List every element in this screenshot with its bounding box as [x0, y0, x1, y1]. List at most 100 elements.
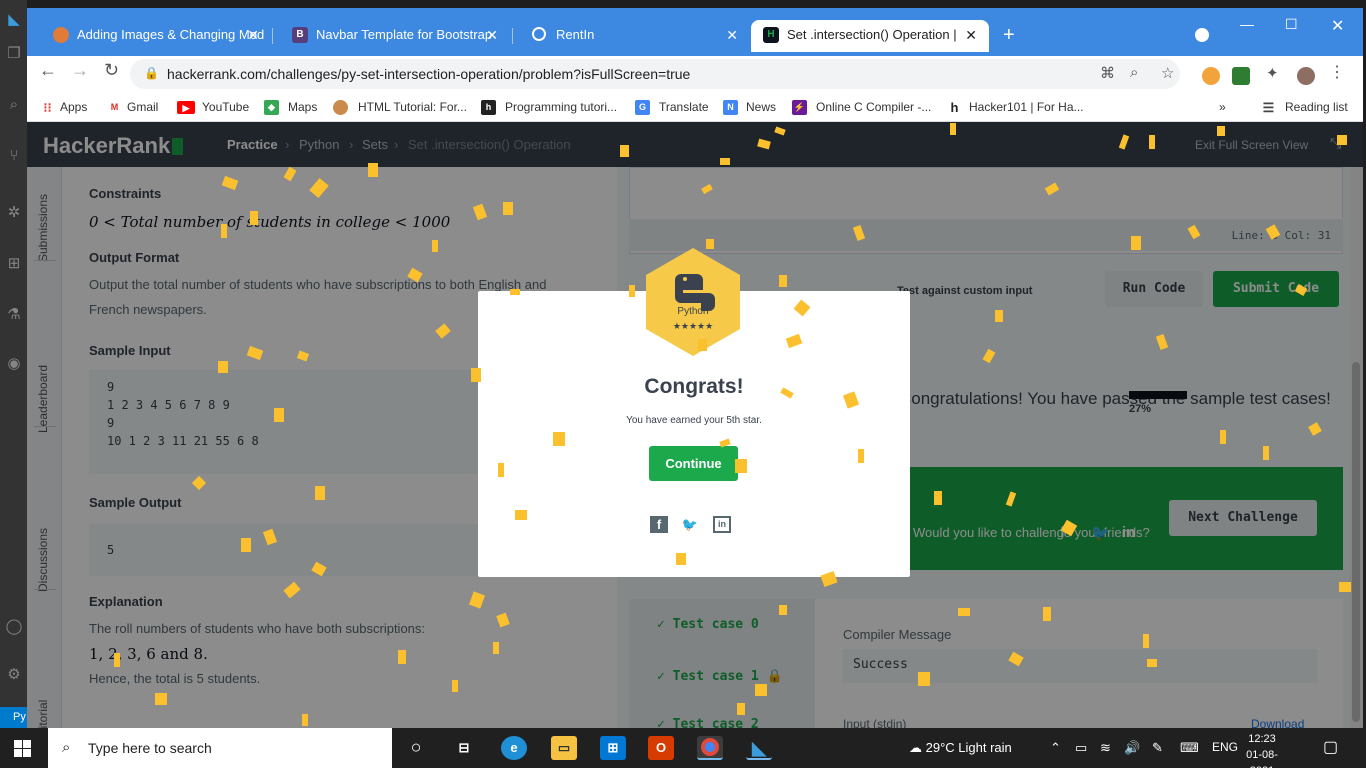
- office-icon[interactable]: O: [648, 736, 674, 760]
- bookmark-gmail[interactable]: M Gmail: [107, 100, 159, 114]
- hexagon-badge-icon: [646, 248, 740, 356]
- bootstrap-icon: B: [292, 27, 308, 43]
- badge-stars: ★★★★★: [672, 321, 714, 331]
- tab-divider: [272, 28, 273, 44]
- battery-icon[interactable]: ▭: [1075, 740, 1087, 756]
- clock-date: 01-08-2021: [1246, 749, 1278, 768]
- file-explorer-icon[interactable]: ▭: [551, 736, 577, 760]
- bookmark-apps[interactable]: ⁝⁝ Apps: [40, 100, 88, 115]
- globe-icon: [532, 27, 546, 41]
- taskbar-search-box[interactable]: ⌕ Type here to search: [48, 728, 392, 768]
- profile-avatar[interactable]: [1297, 67, 1315, 85]
- debug-icon[interactable]: ✲: [4, 203, 24, 223]
- close-tab-icon[interactable]: ✕: [247, 20, 259, 50]
- close-tab-icon[interactable]: ✕: [961, 20, 977, 50]
- bookmark-html-tutorial[interactable]: HTML Tutorial: For...: [333, 100, 467, 115]
- settings-gear-icon[interactable]: ⚙: [4, 665, 24, 685]
- testing-icon[interactable]: ⚗: [4, 305, 24, 325]
- tab-label: RentIn: [556, 27, 595, 42]
- extensions-puzzle-icon[interactable]: ✦: [1266, 64, 1284, 82]
- source-control-icon[interactable]: ⑂: [4, 146, 24, 166]
- minimize-button[interactable]: —: [1240, 16, 1254, 32]
- task-view-icon[interactable]: ⊟: [451, 736, 477, 760]
- extensions-icon[interactable]: ⊞: [4, 254, 24, 274]
- facebook-icon[interactable]: f: [650, 516, 668, 533]
- tab-hackerrank[interactable]: H Set .intersection() Operation | Ha ✕: [751, 20, 989, 52]
- linkedin-icon[interactable]: in: [713, 516, 731, 533]
- github-icon[interactable]: ◉: [4, 354, 24, 374]
- bookmark-label: News: [746, 100, 777, 114]
- translate-page-icon[interactable]: ⌘: [1100, 64, 1115, 82]
- person-avatar-icon: [333, 100, 348, 115]
- hackerrank-icon: H: [763, 27, 779, 43]
- continue-button[interactable]: Continue: [649, 446, 738, 481]
- close-window-button[interactable]: ✕: [1331, 16, 1344, 36]
- language-indicator[interactable]: ENG: [1212, 740, 1238, 754]
- tab-navbar-template[interactable]: B Navbar Template for Bootstrap ✕: [274, 20, 510, 52]
- microsoft-store-icon[interactable]: ⊞: [600, 736, 626, 760]
- bookmark-label: Apps: [60, 100, 88, 114]
- chrome-menu-icon[interactable]: ⋮: [1329, 62, 1347, 81]
- tab-adding-images[interactable]: Adding Images & Changing Mod ✕: [35, 20, 271, 52]
- tab-rentin[interactable]: RentIn ✕: [514, 20, 750, 52]
- notifications-icon[interactable]: ▢: [1323, 737, 1338, 757]
- tab-search-icon[interactable]: [1195, 28, 1209, 42]
- wifi-icon[interactable]: ≋: [1100, 740, 1111, 756]
- reload-icon[interactable]: ↻: [104, 60, 119, 81]
- twitter-icon[interactable]: 🐦: [681, 516, 699, 533]
- bookmark-label: Maps: [288, 100, 318, 114]
- reading-list-icon: ☰: [1262, 100, 1275, 115]
- address-bar[interactable]: 🔒 hackerrank.com/challenges/py-set-inter…: [130, 59, 1180, 89]
- bookmarks-overflow[interactable]: »: [1219, 100, 1226, 114]
- clock[interactable]: 12:23 01-08-2021: [1238, 731, 1286, 768]
- bookmark-label: Hacker101 | For Ha...: [969, 100, 1084, 114]
- reading-list[interactable]: ☰ Reading list: [1261, 100, 1348, 115]
- edge-browser-icon[interactable]: e: [501, 736, 527, 760]
- vscode-status-bar: Py: [0, 707, 27, 728]
- bookmark-hacker101[interactable]: h Hacker101 | For Ha...: [947, 100, 1084, 115]
- extension-icon[interactable]: [1202, 67, 1220, 85]
- account-icon[interactable]: ◯: [4, 617, 24, 637]
- search-icon[interactable]: ⌕: [4, 95, 24, 115]
- lock-icon: 🔒: [144, 66, 159, 80]
- zoom-icon[interactable]: ⌕: [1130, 64, 1138, 81]
- bookmark-maps[interactable]: ◆ Maps: [264, 100, 318, 115]
- tab-strip: Adding Images & Changing Mod ✕ B Navbar …: [27, 8, 1363, 56]
- tab-divider: [512, 28, 513, 44]
- chrome-taskbar-icon[interactable]: [697, 736, 723, 760]
- volume-icon[interactable]: 🔊: [1124, 740, 1140, 756]
- maximize-button[interactable]: ☐: [1285, 16, 1298, 33]
- clock-time: 12:23: [1248, 733, 1276, 745]
- chrome-logo-icon: [701, 738, 719, 756]
- pen-icon[interactable]: ✎: [1152, 740, 1163, 756]
- keyboard-icon[interactable]: ⌨: [1180, 740, 1199, 756]
- new-tab-button[interactable]: +: [1003, 24, 1015, 47]
- browser-toolbar: ← → ↻ 🔒 hackerrank.com/challenges/py-set…: [27, 56, 1363, 94]
- bookmark-translate[interactable]: G Translate: [635, 100, 709, 115]
- vscode-logo-icon: ◣: [8, 11, 20, 28]
- explorer-icon[interactable]: ❐: [4, 44, 24, 64]
- close-tab-icon[interactable]: ✕: [726, 20, 738, 50]
- tray-overflow-icon[interactable]: ⌃: [1050, 740, 1061, 756]
- bookmark-news[interactable]: N News: [723, 100, 777, 115]
- bookmark-youtube[interactable]: ▶ YouTube: [177, 100, 249, 114]
- weather-widget[interactable]: ☁ 29°C Light rain: [909, 740, 1012, 756]
- close-tab-icon[interactable]: ✕: [486, 20, 498, 50]
- forward-icon[interactable]: →: [71, 60, 89, 81]
- congrats-modal: Python ★★★★★ Congrats! You have earned y…: [478, 248, 910, 577]
- gmail-icon: M: [110, 102, 119, 112]
- bookmark-label: Programming tutori...: [505, 100, 618, 114]
- task-view-circle-icon[interactable]: ○: [403, 736, 429, 760]
- bookmark-star-icon[interactable]: ☆: [1161, 64, 1174, 82]
- html-extension-icon[interactable]: [1232, 67, 1250, 85]
- modal-subtitle: You have earned your 5th star.: [626, 415, 762, 426]
- vscode-taskbar-icon[interactable]: ◣: [746, 736, 772, 760]
- bookmark-programming[interactable]: h Programming tutori...: [481, 100, 618, 115]
- windows-start-icon[interactable]: [14, 740, 31, 757]
- bookmark-label: Online C Compiler -...: [816, 100, 932, 114]
- bookmark-online-compiler[interactable]: ⚡ Online C Compiler -...: [792, 100, 932, 115]
- back-icon[interactable]: ←: [39, 60, 57, 81]
- url-text[interactable]: hackerrank.com/challenges/py-set-interse…: [167, 66, 690, 82]
- bookmark-label: Gmail: [127, 100, 159, 114]
- bookmark-label: HTML Tutorial: For...: [358, 100, 467, 114]
